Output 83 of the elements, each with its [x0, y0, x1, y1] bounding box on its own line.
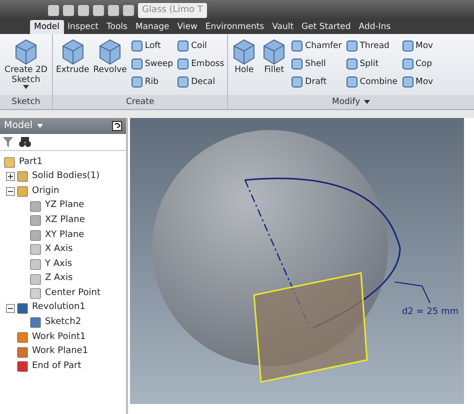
- ribbon-button[interactable]: Revolve: [92, 37, 128, 75]
- tree-item[interactable]: Solid Bodies(1): [32, 170, 100, 184]
- tool-icon: [130, 58, 143, 70]
- cube-icon: [261, 37, 288, 65]
- toolbar-button[interactable]: [63, 4, 74, 16]
- tool-icon: [177, 76, 190, 88]
- tool-icon: [130, 40, 143, 52]
- cube-icon: [231, 37, 258, 65]
- ribbon-button[interactable]: Create 2D Sketch: [2, 37, 50, 89]
- ribbon-tab[interactable]: Environments: [201, 20, 268, 34]
- panel-title: Sketch: [12, 96, 40, 109]
- ribbon-button[interactable]: Chamfer: [290, 37, 343, 55]
- filter-icon: [3, 137, 13, 147]
- toolbar-button[interactable]: [48, 4, 59, 16]
- ribbon-button[interactable]: Combine: [344, 73, 398, 91]
- tool-icon: [346, 40, 358, 52]
- tree-item[interactable]: Work Point1: [32, 330, 86, 344]
- collapse-toggle-icon[interactable]: [6, 186, 15, 196]
- tree-item[interactable]: XY Plane: [45, 228, 84, 242]
- tool-icon: [291, 58, 304, 70]
- ribbon-button[interactable]: Cop: [400, 55, 434, 73]
- tool-icon: [402, 58, 414, 70]
- tree-item[interactable]: YZ Plane: [45, 199, 84, 213]
- ribbon-button[interactable]: Mov: [400, 73, 434, 91]
- ribbon-button[interactable]: Shell: [290, 55, 343, 73]
- panel-title: Modify: [332, 96, 360, 109]
- ribbon-button[interactable]: Thread: [344, 37, 398, 55]
- tree-item[interactable]: Z Axis: [45, 272, 73, 286]
- tool-icon: [177, 40, 190, 52]
- ribbon-button[interactable]: Split: [344, 55, 398, 73]
- leader-line: [394, 282, 430, 304]
- ribbon-tab[interactable]: Vault: [268, 20, 298, 34]
- toolbar-button[interactable]: [78, 4, 89, 16]
- ribbon-button[interactable]: Rib: [130, 73, 174, 91]
- ribbon-button[interactable]: Mov: [400, 37, 434, 55]
- panel-title: Create: [126, 96, 154, 109]
- tool-icon: [177, 58, 190, 70]
- tool-icon: [402, 76, 414, 88]
- binoculars-icon: [19, 137, 31, 147]
- ribbon-tab[interactable]: Add-Ins: [354, 20, 395, 34]
- tool-icon: [402, 40, 414, 52]
- ribbon-button[interactable]: Extrude: [55, 37, 90, 75]
- tool-icon: [130, 76, 143, 88]
- ribbon-button[interactable]: Decal: [176, 73, 226, 91]
- toolbar-button[interactable]: [108, 4, 119, 16]
- caret-icon: [36, 124, 43, 128]
- tree-item[interactable]: Revolution1: [32, 301, 86, 315]
- ribbon-tab[interactable]: Inspect: [64, 20, 102, 34]
- ribbon-button[interactable]: Loft: [130, 37, 174, 55]
- expand-toggle-icon[interactable]: [6, 172, 15, 182]
- tree-item[interactable]: Work Plane1: [32, 345, 88, 359]
- ribbon-tab[interactable]: Tools: [102, 20, 132, 34]
- tool-icon: [291, 76, 304, 88]
- ribbon-tab[interactable]: Manage: [131, 20, 174, 34]
- ribbon-button[interactable]: Hole: [230, 37, 258, 75]
- tool-icon: [291, 40, 304, 52]
- tree-item[interactable]: Center Point: [45, 286, 100, 300]
- tree-item[interactable]: Origin: [32, 184, 60, 198]
- ribbon-tab[interactable]: Get Started: [298, 20, 355, 34]
- ribbon-button[interactable]: Coil: [176, 37, 226, 55]
- ribbon-tab[interactable]: View: [173, 20, 202, 34]
- ribbon-button[interactable]: Fillet: [260, 37, 288, 75]
- toolbar-button[interactable]: [93, 4, 104, 16]
- tree-item[interactable]: XZ Plane: [45, 214, 85, 228]
- ribbon-button[interactable]: Sweep: [130, 55, 174, 73]
- cube-icon: [13, 37, 39, 65]
- tree-item[interactable]: X Axis: [45, 243, 73, 257]
- tree-item[interactable]: Part1: [19, 156, 42, 170]
- ribbon-button[interactable]: Emboss: [176, 55, 226, 73]
- cube-icon: [97, 37, 124, 65]
- cube-icon: [60, 37, 86, 65]
- help-icon: [112, 121, 122, 131]
- collapse-toggle-icon[interactable]: [6, 304, 15, 313]
- tree-item[interactable]: End of Part: [32, 360, 82, 374]
- toolbar-button[interactable]: [123, 4, 134, 16]
- 3d-viewport[interactable]: d2 = 25 mm: [130, 118, 464, 404]
- ribbon-button[interactable]: Draft: [290, 73, 343, 91]
- tree-item[interactable]: Y Axis: [45, 258, 72, 272]
- ribbon-tab[interactable]: Model: [30, 20, 64, 34]
- tool-icon: [346, 58, 358, 70]
- tool-icon: [346, 76, 358, 88]
- tree-item[interactable]: Sketch2: [45, 316, 82, 330]
- dimension-label: d2 = 25 mm: [402, 307, 459, 317]
